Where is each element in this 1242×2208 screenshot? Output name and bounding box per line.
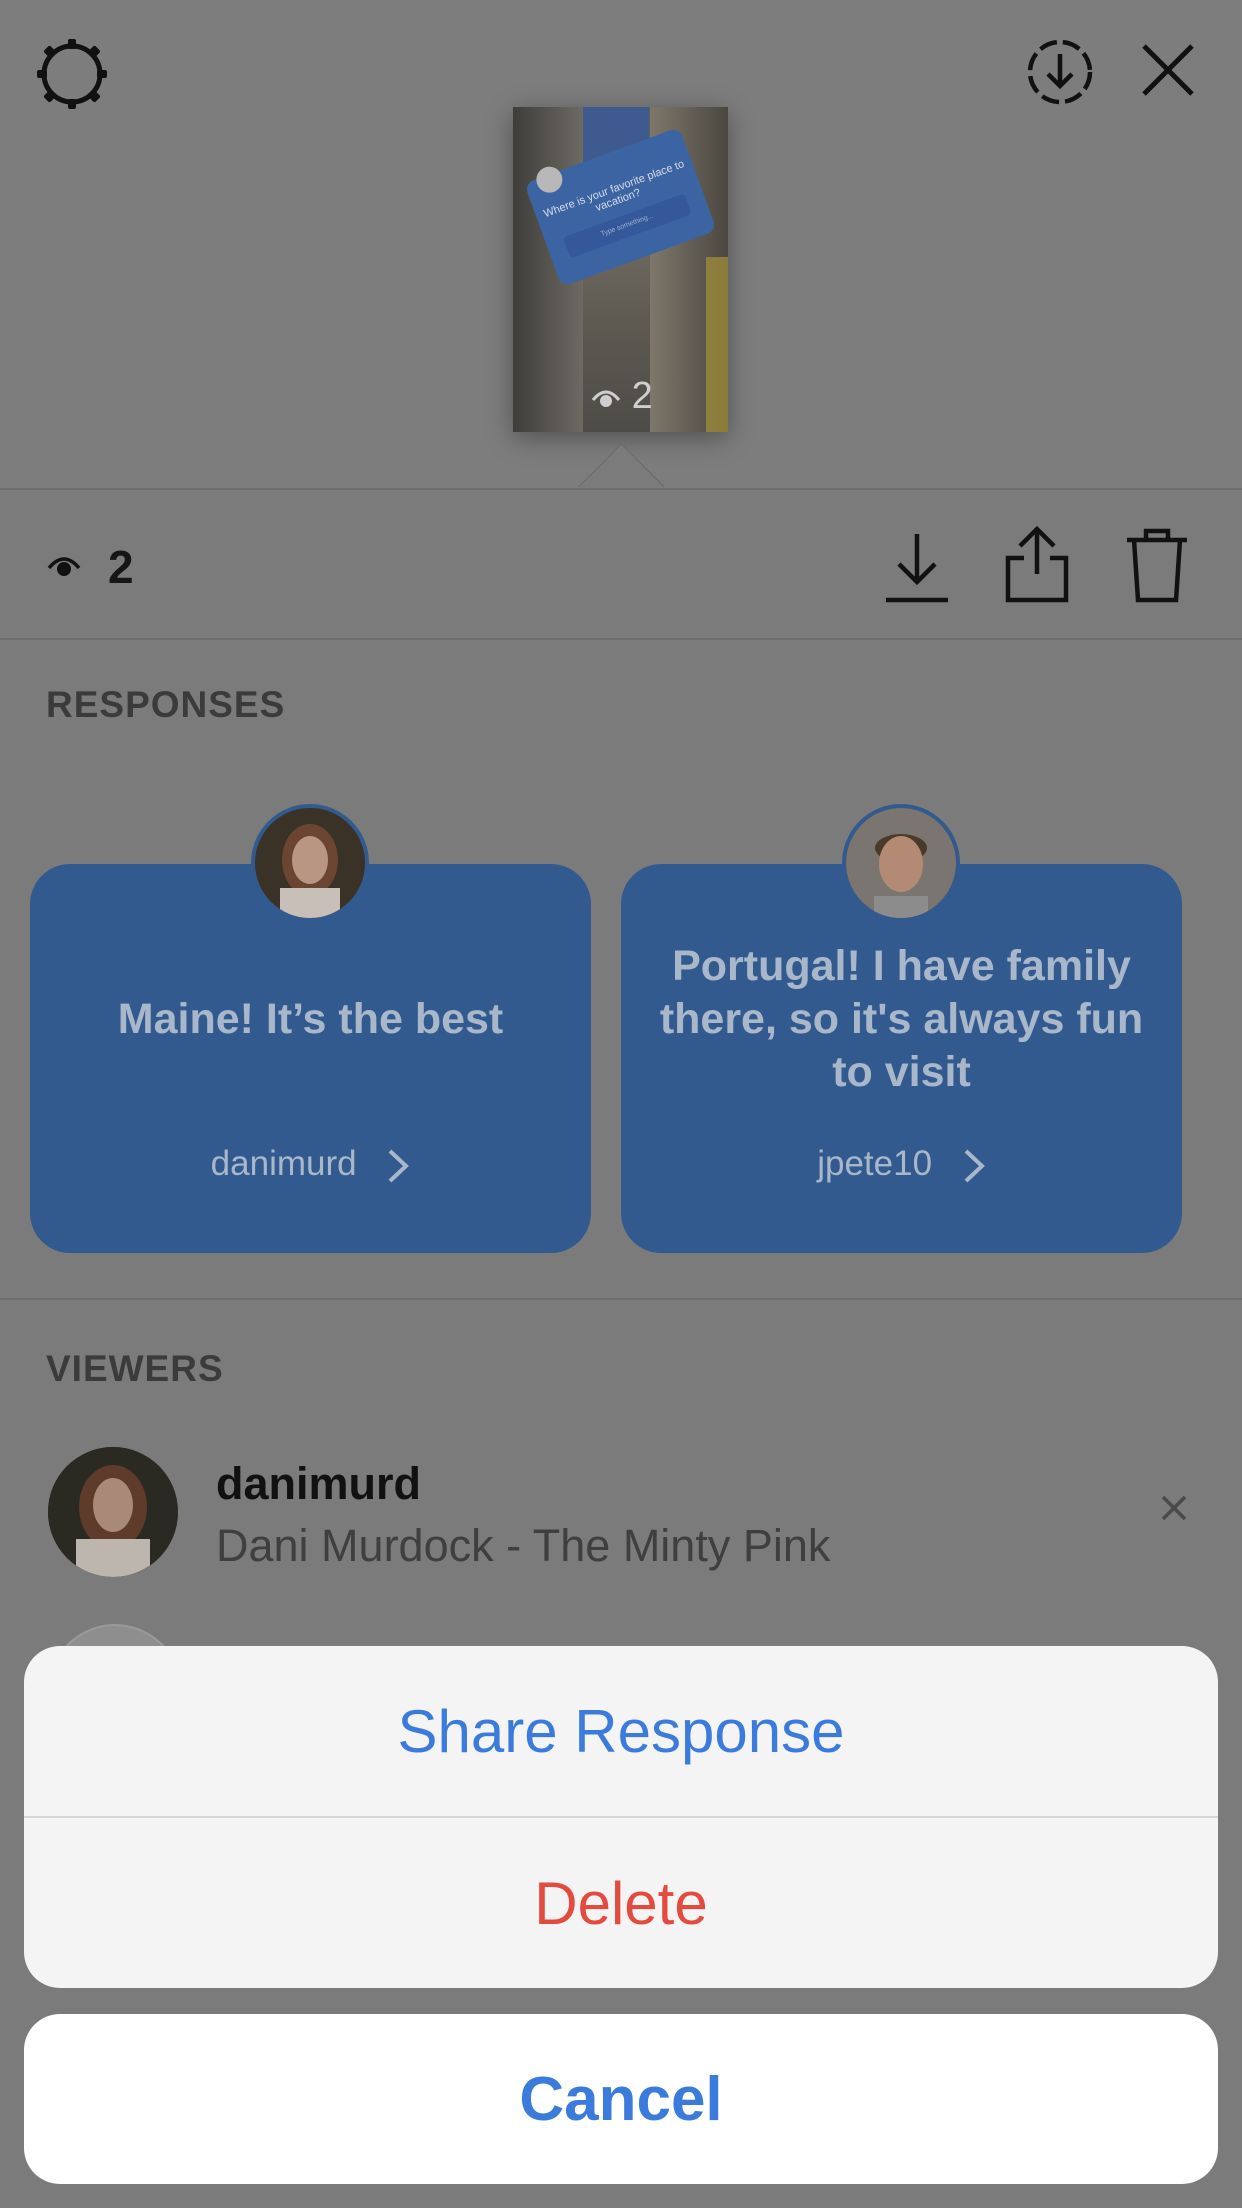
chevron-right-icon — [964, 1149, 985, 1183]
eye-icon — [46, 552, 82, 585]
viewer-row[interactable]: danimurd Dani Murdock - The Minty Pink — [0, 1440, 1242, 1580]
stats-bar: 2 — [0, 488, 1242, 640]
thumbnail-view-count: 2 — [591, 375, 653, 418]
avatar[interactable] — [251, 804, 369, 922]
download-circle-icon[interactable] — [1024, 36, 1096, 113]
avatar[interactable] — [842, 804, 960, 922]
share-response-button[interactable]: Share Response — [24, 1646, 1218, 1816]
response-username: jpete10 — [817, 1144, 933, 1183]
delete-button[interactable]: Delete — [24, 1818, 1218, 1988]
cancel-button[interactable]: Cancel — [24, 2014, 1218, 2184]
action-sheet: Share Response Delete — [24, 1646, 1218, 1988]
share-icon[interactable] — [1002, 524, 1072, 609]
response-username-link[interactable]: danimurd — [30, 1144, 591, 1184]
trash-icon[interactable] — [1124, 526, 1190, 609]
response-card[interactable]: Maine! It’s the best danimurd — [30, 864, 591, 1253]
viewer-username: danimurd — [216, 1458, 422, 1509]
response-username: danimurd — [210, 1144, 357, 1183]
section-divider — [0, 1298, 1242, 1300]
response-username-link[interactable]: jpete10 — [621, 1144, 1182, 1184]
responses-label: RESPONSES — [46, 684, 286, 725]
dismiss-x-icon[interactable] — [1160, 1494, 1188, 1527]
download-icon[interactable] — [884, 528, 950, 609]
avatar[interactable] — [48, 1447, 178, 1577]
thumbnail-view-number: 2 — [631, 375, 653, 417]
chevron-right-icon — [388, 1149, 410, 1183]
thumbnail-stripe — [706, 257, 728, 432]
story-header: Where is your favorite place to vacation… — [0, 0, 1242, 488]
eye-icon — [591, 390, 621, 407]
settings-gear-icon[interactable] — [34, 36, 110, 117]
story-thumbnail[interactable]: Where is your favorite place to vacation… — [513, 107, 728, 432]
close-icon[interactable] — [1138, 40, 1198, 105]
viewer-full-name: Dani Murdock - The Minty Pink — [216, 1520, 831, 1571]
view-count[interactable]: 2 — [108, 540, 134, 594]
viewers-label: VIEWERS — [46, 1348, 224, 1389]
response-card[interactable]: Portugal! I have family there, so it's a… — [621, 864, 1182, 1253]
